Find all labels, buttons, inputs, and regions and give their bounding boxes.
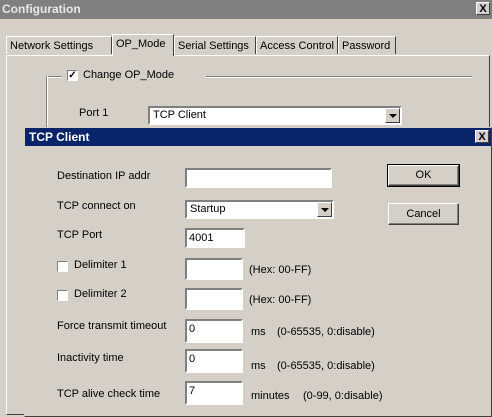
groupbox-left [46, 76, 47, 128]
connect-on-label: TCP connect on [57, 200, 136, 212]
window-title: Configuration [2, 2, 81, 16]
inactivity-hint: (0-65535, 0:disable) [277, 360, 375, 372]
tab-strip: Network Settings OP_Mode Serial Settings… [6, 34, 406, 56]
delimiter2-input[interactable] [185, 288, 243, 310]
alive-check-hint: (0-99, 0:disable) [303, 390, 383, 402]
connect-on-value: Startup [190, 203, 226, 215]
force-timeout-label: Force transmit timeout [57, 320, 167, 332]
force-timeout-unit: ms [251, 326, 266, 338]
tcp-client-dialog: TCP Client X Destination IP addr TCP con… [24, 127, 492, 417]
delimiter1-checkbox[interactable] [57, 261, 68, 272]
tab-access-control[interactable]: Access Control [256, 36, 338, 54]
delimiter2-hint: (Hex: 00-FF) [249, 294, 312, 306]
force-timeout-hint: (0-65535, 0:disable) [277, 326, 375, 338]
window-titlebar: Configuration X [0, 0, 492, 19]
port-mode-select[interactable]: TCP Client [148, 106, 402, 125]
tcp-port-label: TCP Port [57, 229, 103, 241]
force-timeout-input[interactable]: 0 [185, 319, 243, 343]
change-op-mode-label: Change OP_Mode [83, 69, 175, 81]
port-label: Port 1 [79, 107, 109, 119]
alive-check-label: TCP alive check time [57, 388, 161, 400]
dialog-title: TCP Client [29, 130, 90, 144]
inactivity-unit: ms [251, 360, 266, 372]
delimiter1-input[interactable] [185, 258, 243, 280]
delimiter1-label: Delimiter 1 [74, 259, 127, 271]
tab-network-settings[interactable]: Network Settings [6, 36, 112, 54]
chevron-down-icon[interactable] [385, 108, 400, 123]
groupbox-top-left [46, 76, 62, 77]
change-op-mode-checkbox[interactable]: ✓ [67, 70, 78, 81]
inactivity-label: Inactivity time [57, 352, 124, 364]
inactivity-input[interactable]: 0 [185, 349, 243, 373]
delimiter2-label: Delimiter 2 [74, 288, 127, 300]
connect-on-select[interactable]: Startup [185, 200, 334, 219]
groupbox-top-right [206, 76, 472, 77]
tab-password[interactable]: Password [338, 36, 396, 54]
tcp-port-input[interactable]: 4001 [185, 228, 245, 248]
dialog-titlebar: TCP Client X [25, 128, 491, 146]
alive-check-input[interactable]: 7 [185, 381, 243, 405]
ok-button[interactable]: OK [387, 164, 460, 187]
delimiter2-checkbox[interactable] [57, 290, 68, 301]
cancel-button[interactable]: Cancel [388, 203, 459, 225]
chevron-down-icon[interactable] [317, 202, 332, 217]
tab-op-mode[interactable]: OP_Mode [112, 34, 174, 56]
tab-serial-settings[interactable]: Serial Settings [174, 36, 256, 54]
dialog-close-icon[interactable]: X [475, 130, 489, 143]
dest-ip-label: Destination IP addr [57, 170, 151, 182]
window-close-icon[interactable]: X [476, 2, 490, 15]
alive-check-unit: minutes [251, 390, 290, 402]
port-mode-value: TCP Client [153, 109, 206, 121]
delimiter1-hint: (Hex: 00-FF) [249, 264, 312, 276]
dest-ip-input[interactable] [185, 168, 332, 188]
